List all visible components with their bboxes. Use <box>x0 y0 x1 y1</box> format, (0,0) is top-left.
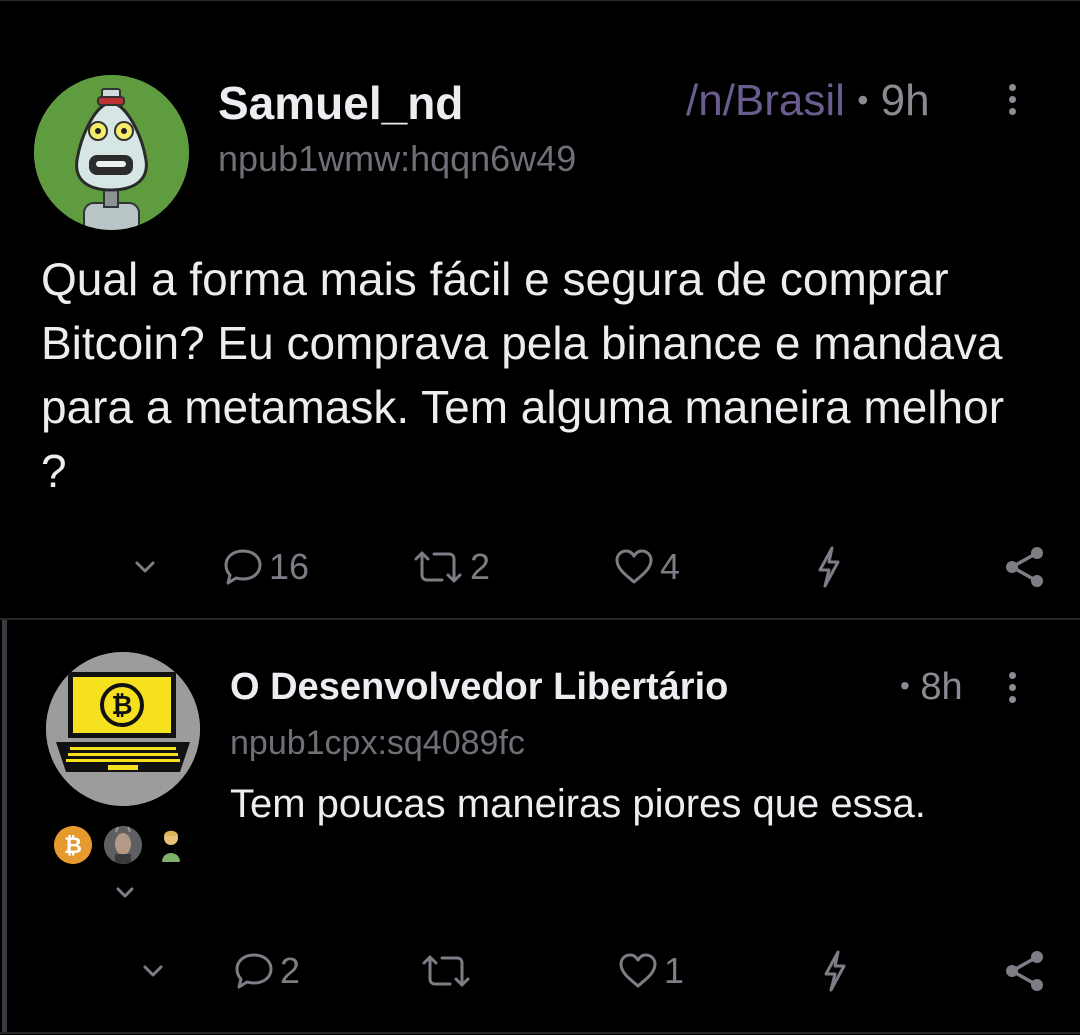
author-npub: npub1wmw:hqqn6w49 <box>218 138 577 179</box>
person-avatar-icon[interactable] <box>104 826 142 864</box>
lightning-icon <box>824 950 846 992</box>
post-content: Qual a forma mais fácil e segura de comp… <box>41 253 1005 497</box>
post-time: 9h <box>880 76 930 125</box>
reply-icon <box>235 953 273 989</box>
post-time: 8h <box>920 666 963 708</box>
zap-button[interactable] <box>814 542 844 592</box>
more-options-icon[interactable] <box>1007 672 1017 708</box>
post-card[interactable]: Samuel_nd npub1wmw:hqqn6w49 /n/Brasil • … <box>0 10 1080 618</box>
bitcoin-laptop-avatar-icon[interactable]: ₿ <box>46 652 200 806</box>
share-button[interactable] <box>1002 946 1048 996</box>
post-actions: 16 2 4 <box>0 542 1080 592</box>
expand-button[interactable] <box>130 542 160 592</box>
bitcoin-avatar-icon[interactable]: ₿ <box>54 826 92 864</box>
svg-text:₿: ₿ <box>111 691 132 721</box>
author-name[interactable]: Samuel_nd <box>218 76 463 130</box>
like-count: 1 <box>664 950 685 991</box>
reply-icon <box>224 549 262 585</box>
repost-button[interactable] <box>418 946 474 996</box>
like-button[interactable]: 4 <box>612 542 680 592</box>
top-divider <box>0 0 1080 1</box>
meta-separator: • <box>900 670 910 701</box>
robot-avatar-icon[interactable] <box>34 75 189 230</box>
lightning-icon <box>818 546 840 588</box>
share-button[interactable] <box>1002 542 1048 592</box>
meta-separator: • <box>857 82 869 118</box>
reply-button[interactable]: 16 <box>221 542 309 592</box>
chevron-down-icon <box>135 561 155 573</box>
post-meta: • 8h <box>900 666 963 709</box>
author-name[interactable]: O Desenvolvedor Libertário <box>230 666 728 709</box>
expand-button[interactable] <box>138 946 168 996</box>
expand-replies-button[interactable] <box>110 878 140 913</box>
cartoon-avatar-icon[interactable] <box>152 826 190 864</box>
community-link[interactable]: /n/Brasil <box>686 76 845 125</box>
repost-button[interactable]: 2 <box>410 542 490 592</box>
bottom-divider <box>0 1032 1080 1034</box>
like-button[interactable]: 1 <box>616 946 684 996</box>
repost-count: 2 <box>470 546 491 587</box>
share-icon <box>1006 951 1043 991</box>
author-npub: npub1cpx:sq4089fc <box>230 724 525 762</box>
reply-count: 16 <box>269 546 310 587</box>
post-meta: /n/Brasil • 9h <box>686 76 930 126</box>
reply-button[interactable]: 2 <box>232 946 300 996</box>
zap-button[interactable] <box>820 946 850 996</box>
reply-card[interactable]: ₿ O Desenvolvedor Libertário npub1cpx:sq… <box>0 620 1080 1032</box>
repost-icon <box>414 551 462 583</box>
post-actions: 2 1 <box>0 946 1080 996</box>
share-icon <box>1006 547 1043 587</box>
chevron-down-icon <box>143 965 163 977</box>
reply-count: 2 <box>280 950 301 991</box>
svg-text:₿: ₿ <box>64 834 82 859</box>
post-content: Tem poucas maneiras piores que essa. <box>230 782 926 826</box>
repost-icon <box>422 955 470 987</box>
heart-icon <box>615 549 653 584</box>
like-count: 4 <box>660 546 681 587</box>
more-options-icon[interactable] <box>1007 84 1017 120</box>
heart-icon <box>619 953 657 988</box>
chevron-down-icon <box>116 887 134 898</box>
